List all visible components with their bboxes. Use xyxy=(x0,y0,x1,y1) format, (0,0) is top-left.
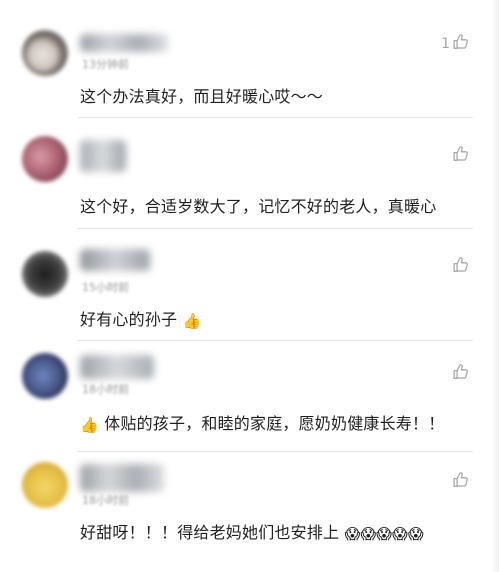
thumbs-up-icon xyxy=(452,363,469,384)
avatar[interactable] xyxy=(22,30,68,76)
comment-time: 18小时前 xyxy=(82,494,129,507)
user-name-blurred[interactable] xyxy=(80,140,126,172)
comment-time: 18小时前 xyxy=(82,383,129,396)
comment-text: 这个办法真好，而且好暖心哎～～ xyxy=(80,86,323,108)
thumbs-up-icon xyxy=(452,145,469,166)
like-button[interactable] xyxy=(450,145,469,166)
like-button[interactable] xyxy=(450,363,469,384)
comment-item: 18小时前 好甜呀！！！得给老妈她们也安排上 😱😱😱😱😱 xyxy=(0,452,499,572)
comment-text: 好甜呀！！！得给老妈她们也安排上 😱😱😱😱😱 xyxy=(80,522,424,545)
comment-list: 13分钟前 1 这个办法真好，而且好暖心哎～～ 这个好，合适岁数大了，记忆不好的… xyxy=(0,0,499,572)
avatar[interactable] xyxy=(22,462,68,508)
like-count: 1 xyxy=(441,35,450,52)
thumbs-up-emoji-icon: 👍 xyxy=(80,416,99,434)
comment-item: 13分钟前 1 这个办法真好，而且好暖心哎～～ xyxy=(0,0,499,118)
like-button[interactable]: 1 xyxy=(441,33,469,54)
comment-text-content: 这个好，合适岁数大了，记忆不好的老人，真暖心 xyxy=(80,197,437,216)
avatar[interactable] xyxy=(22,136,68,182)
like-button[interactable] xyxy=(450,471,469,492)
user-name-blurred[interactable] xyxy=(80,249,150,271)
comment-text-content: 好有心的孙子 xyxy=(80,310,178,329)
scrollbar-edge xyxy=(491,0,499,572)
comment-time: 13分钟前 xyxy=(82,58,129,71)
user-name-blurred[interactable] xyxy=(80,464,164,492)
comment-text-content: 体贴的孩子，和睦的家庭，愿奶奶健康长寿！！ xyxy=(104,414,445,433)
avatar[interactable] xyxy=(22,251,68,297)
thumbs-up-icon xyxy=(452,33,469,54)
comment-text-content: 好甜呀！！！得给老妈她们也安排上 xyxy=(80,523,340,542)
comment-item: 18小时前 👍 体贴的孩子，和睦的家庭，愿奶奶健康长寿！！ xyxy=(0,341,499,452)
comment-text: 好有心的孙子 👍 xyxy=(80,309,201,332)
thumbs-up-emoji-icon: 👍 xyxy=(182,312,202,330)
avatar[interactable] xyxy=(22,353,68,399)
thumbs-up-icon xyxy=(452,471,469,492)
comment-item: 这个好，合适岁数大了，记忆不好的老人，真暖心 xyxy=(0,118,499,229)
comment-text-content: 这个办法真好，而且好暖心哎～～ xyxy=(80,87,324,106)
user-name-blurred[interactable] xyxy=(80,355,154,379)
screaming-face-emoji-icon: 😱😱😱😱😱 xyxy=(344,525,424,543)
user-name-blurred[interactable] xyxy=(80,34,168,52)
comment-item: 15小时前 好有心的孙子 👍 xyxy=(0,229,499,341)
thumbs-up-icon xyxy=(452,256,469,277)
comment-text: 这个好，合适岁数大了，记忆不好的老人，真暖心 xyxy=(80,196,436,218)
comment-time: 15小时前 xyxy=(82,281,129,294)
like-button[interactable] xyxy=(450,256,469,277)
comment-text: 👍 体贴的孩子，和睦的家庭，愿奶奶健康长寿！！ xyxy=(80,413,444,436)
